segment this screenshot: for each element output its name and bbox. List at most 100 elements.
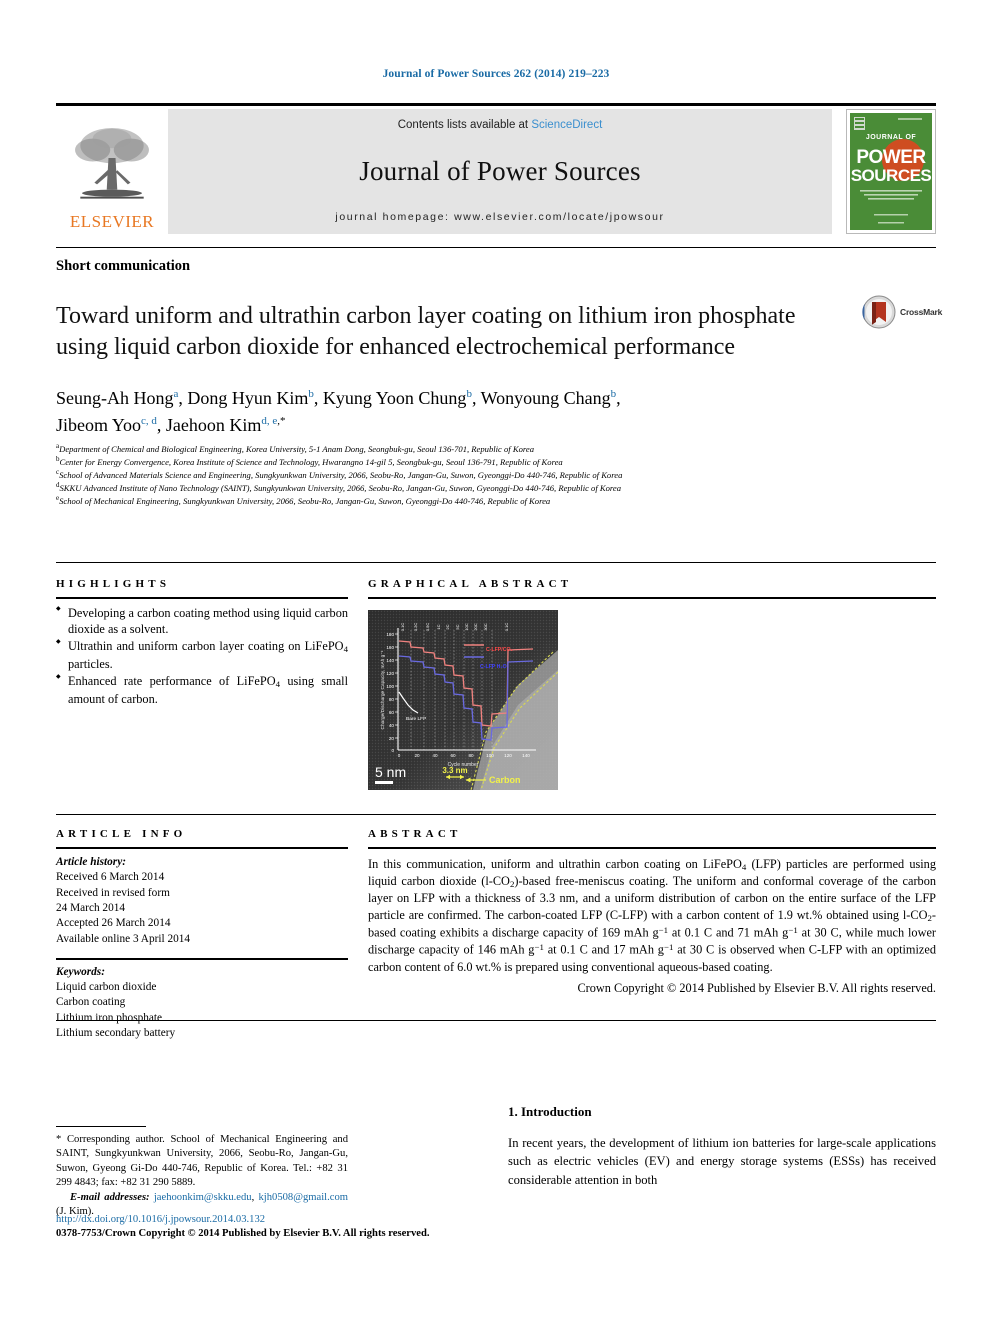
abstract-heading: ABSTRACT xyxy=(368,828,462,840)
author-affil-mark[interactable]: b xyxy=(308,388,314,400)
keywords-divider-rule xyxy=(56,958,348,960)
svg-text:40: 40 xyxy=(432,753,438,758)
article-type-label: Short communication xyxy=(56,258,191,274)
history-item: Received 6 March 2014 xyxy=(56,871,165,884)
author-affil-mark[interactable]: a xyxy=(174,388,179,400)
svg-text:1C: 1C xyxy=(436,624,441,629)
article-history-block: Article history: Received 6 March 2014 R… xyxy=(56,855,348,947)
crossmark-badge[interactable]: CrossMark xyxy=(862,292,948,332)
email-link-secondary[interactable]: kjh0508@gmail.com xyxy=(259,1192,349,1203)
list-item: Enhanced rate performance of LiFePO4 usi… xyxy=(56,673,348,707)
svg-text:120: 120 xyxy=(386,671,394,676)
svg-text:SOURCES: SOURCES xyxy=(851,166,932,185)
keyword-item[interactable]: Lithium iron phosphate xyxy=(56,1012,162,1024)
author-affil-mark[interactable]: b xyxy=(466,388,472,400)
article-info-section: ARTICLE INFO Article history: Received 6… xyxy=(56,828,348,1042)
svg-text:100: 100 xyxy=(386,684,394,689)
svg-text:0.1C: 0.1C xyxy=(400,623,405,632)
chart-legend-c-lfp-h2o: C-LFP H₂O xyxy=(480,664,507,670)
doi-link[interactable]: http://dx.doi.org/10.1016/j.jpowsour.201… xyxy=(56,1214,265,1225)
chart-legend-c-lfp-co2: C-LFP/CO₂ xyxy=(486,647,513,653)
masthead-top-rule xyxy=(56,103,936,106)
svg-text:0.1C: 0.1C xyxy=(504,623,509,632)
highlights-heading: HIGHLIGHTS xyxy=(56,578,171,590)
svg-text:0.2C: 0.2C xyxy=(413,623,418,632)
elsevier-tree-icon xyxy=(75,128,149,199)
journal-cover-art: JOURNAL OF POWER SOURCES xyxy=(850,113,932,230)
article-history-label: Article history: xyxy=(56,856,126,868)
author-name: Kyung Yoon Chung xyxy=(322,388,467,408)
author-affil-mark[interactable]: b xyxy=(611,388,617,400)
affiliation-text: School of Mechanical Engineering, Sungky… xyxy=(59,496,551,507)
svg-text:2C: 2C xyxy=(445,624,450,629)
highlights-list: Developing a carbon coating method using… xyxy=(56,605,348,707)
thickness-annotation: 3.3 nm xyxy=(442,766,468,780)
svg-text:0: 0 xyxy=(391,748,394,753)
graphical-abstract-figure: 180 160 140 120 100 80 60 40 20 0 0 20 40 60 80… xyxy=(368,610,558,790)
highlights-section: HIGHLIGHTS Developing a carbon coating m… xyxy=(56,578,348,708)
corresponding-author-footnote: * Corresponding author. School of Mechan… xyxy=(56,1134,349,1218)
svg-text:30C: 30C xyxy=(483,623,488,630)
svg-text:120: 120 xyxy=(504,753,512,758)
corresponding-author-mark[interactable]: ,* xyxy=(277,415,285,427)
keywords-block: Keywords: Liquid carbon dioxide Carbon c… xyxy=(56,965,348,1042)
list-item: Ultrathin and uniform carbon layer coati… xyxy=(56,638,348,672)
abstract-rule xyxy=(368,847,936,849)
author-affil-mark[interactable]: c, d xyxy=(141,415,157,427)
svg-text:140: 140 xyxy=(386,658,394,663)
highlights-rule xyxy=(56,597,348,599)
sciencedirect-band: Contents lists available at ScienceDirec… xyxy=(168,109,832,234)
highlight-text: Ultrathin and uniform carbon layer coati… xyxy=(68,639,348,672)
history-item: Available online 3 April 2014 xyxy=(56,932,191,945)
svg-text:0: 0 xyxy=(398,753,401,758)
affiliation-text: Department of Chemical and Biological En… xyxy=(59,443,535,454)
keyword-item[interactable]: Carbon coating xyxy=(56,996,125,1008)
page-title: Toward uniform and ultrathin carbon laye… xyxy=(56,303,796,360)
masthead: ELSEVIER Contents lists available at Sci… xyxy=(56,103,936,234)
svg-text:20: 20 xyxy=(389,736,395,741)
author-affil-mark[interactable]: d, e xyxy=(261,415,277,427)
keyword-item[interactable]: Liquid carbon dioxide xyxy=(56,981,156,993)
chart-ylabel: Charge/Discharge Capacity, mAh g⁻¹ xyxy=(380,650,386,729)
corresponding-author-text: * Corresponding author. School of Mechan… xyxy=(56,1134,348,1189)
elsevier-logo: ELSEVIER xyxy=(56,109,168,234)
abstract-text: In this communication, uniform and ultra… xyxy=(368,857,937,974)
journal-title: Journal of Power Sources xyxy=(359,155,641,186)
affiliation-item: bCenter for Energy Convergence, Korea In… xyxy=(56,455,936,468)
svg-text:100: 100 xyxy=(486,753,494,758)
author-name: Seung-Ah Hong xyxy=(56,388,174,408)
introduction-paragraph: In recent years, the development of lith… xyxy=(508,1136,936,1187)
affiliation-text: School of Advanced Materials Science and… xyxy=(59,469,623,480)
author-name: Wonyoung Chang xyxy=(480,388,611,408)
history-item: Accepted 26 March 2014 xyxy=(56,917,171,930)
highlights-section-top-rule xyxy=(56,562,936,564)
journal-homepage-link[interactable]: journal homepage: www.elsevier.com/locat… xyxy=(335,211,664,223)
sciencedirect-link[interactable]: ScienceDirect xyxy=(531,119,602,131)
list-item: Developing a carbon coating method using… xyxy=(56,605,348,637)
highlight-text: Developing a carbon coating method using… xyxy=(68,606,348,637)
svg-text:40: 40 xyxy=(389,723,395,728)
issn-copyright-line: 0378-7753/Crown Copyright © 2014 Publish… xyxy=(56,1228,430,1239)
article-info-heading: ARTICLE INFO xyxy=(56,828,187,840)
highlight-text: Enhanced rate performance of LiFePO4 usi… xyxy=(68,674,348,706)
contents-available-line: Contents lists available at ScienceDirec… xyxy=(398,119,603,131)
abstract-section-bottom-rule xyxy=(56,1020,936,1022)
svg-text:60: 60 xyxy=(389,710,395,715)
svg-text:80: 80 xyxy=(468,753,474,758)
masthead-bottom-rule xyxy=(56,247,936,249)
svg-text:Carbon: Carbon xyxy=(489,775,521,785)
keyword-item[interactable]: Lithium secondary battery xyxy=(56,1027,175,1039)
svg-text:180: 180 xyxy=(386,632,394,637)
journal-cover-thumbnail: JOURNAL OF POWER SOURCES xyxy=(846,109,936,234)
email-link-primary[interactable]: jaehoonkim@skku.edu xyxy=(154,1192,252,1203)
svg-text:5 nm: 5 nm xyxy=(375,764,406,780)
article-info-rule xyxy=(56,847,348,849)
affiliation-item: eSchool of Mechanical Engineering, Sungk… xyxy=(56,494,936,507)
journal-article-page: Journal of Power Sources 262 (2014) 219–… xyxy=(0,0,992,1323)
author-list: Seung-Ah Honga, Dong Hyun Kimb, Kyung Yo… xyxy=(56,388,621,435)
running-head: Journal of Power Sources 262 (2014) 219–… xyxy=(382,68,610,80)
svg-text:140: 140 xyxy=(522,753,530,758)
crossmark-label: CrossMark xyxy=(900,307,943,317)
chart-series-label-bare-lfp: Bare LFP xyxy=(406,716,426,722)
svg-text:POWER: POWER xyxy=(856,147,926,168)
